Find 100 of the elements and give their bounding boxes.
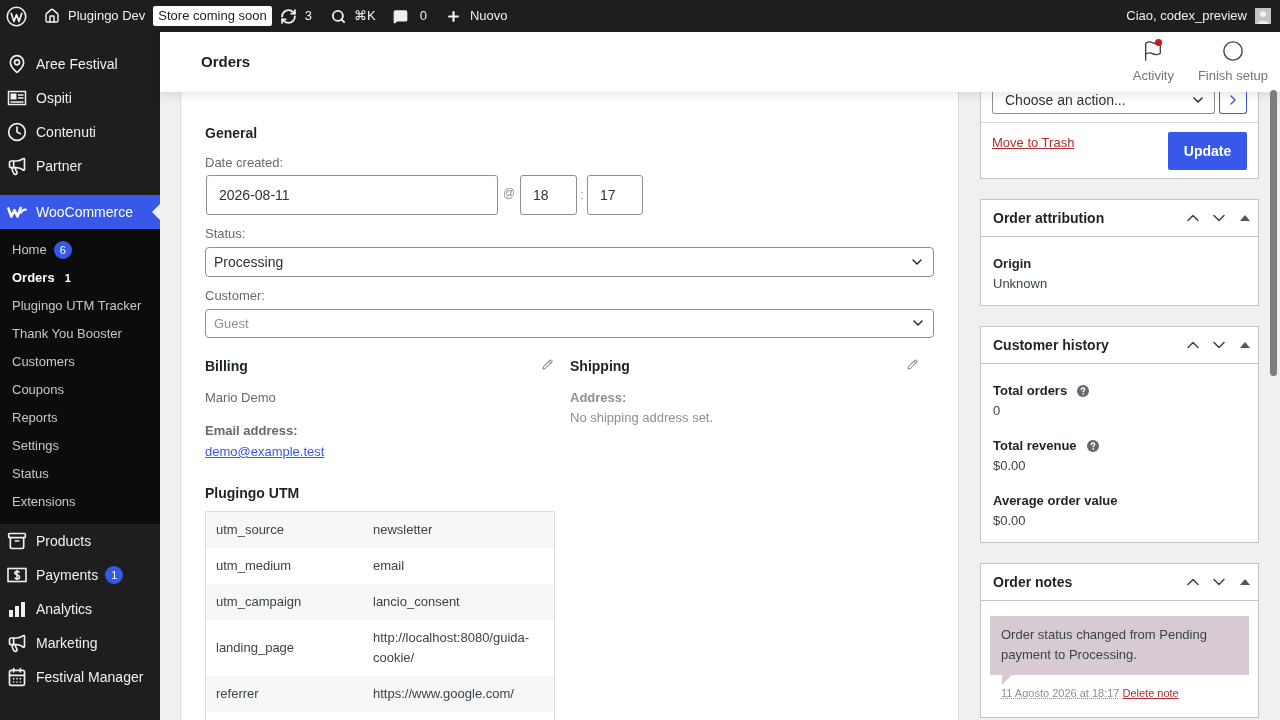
utm-key-cell: referrer xyxy=(206,676,373,712)
field-label: Customer: xyxy=(205,288,266,304)
utm-heading: Plugingo UTM xyxy=(205,485,301,501)
new-content-link[interactable]: Nuovo xyxy=(445,0,508,32)
sidebar-menu-item[interactable]: Payments 1 xyxy=(0,558,160,592)
minute-input[interactable]: 17 xyxy=(587,175,643,215)
count-label: 1 xyxy=(64,270,71,286)
customer-select[interactable]: Guest xyxy=(205,309,934,338)
submenu-item[interactable]: Reports xyxy=(0,404,160,432)
help-icon[interactable] xyxy=(1086,440,1099,452)
section-heading: General xyxy=(205,125,259,141)
field-label: Total revenue xyxy=(993,437,1077,455)
field-label: Origin xyxy=(993,255,1032,273)
move-to-trash-link[interactable]: Move to Trash xyxy=(992,135,1075,151)
submenu-item[interactable]: Extensions xyxy=(0,488,160,516)
utm-key-cell: utm_medium xyxy=(206,548,373,584)
sidebar-menu-item[interactable]: Contenuti xyxy=(0,115,160,149)
field-value: 0 xyxy=(993,402,1002,420)
triangle-up-icon xyxy=(1240,342,1250,348)
sidebar-menu-item[interactable]: Marketing xyxy=(0,626,160,660)
field-label: Date created: xyxy=(205,155,285,171)
hour-input[interactable]: 18 xyxy=(520,175,577,215)
updates-link[interactable]: 3 xyxy=(279,0,312,32)
note-text: Order status changed from Pending payment to Processing. xyxy=(990,616,1249,675)
sidebar-menu-item[interactable]: Products xyxy=(0,524,160,558)
map-pin-icon xyxy=(7,54,27,74)
at-separator: @ xyxy=(501,185,517,202)
utm-value-cell: https://www.google.com/ xyxy=(373,676,554,712)
sidebar-menu-item[interactable]: WooCommerce xyxy=(0,195,160,229)
comment-icon xyxy=(392,8,408,24)
account-link[interactable]: Ciao, codex_preview xyxy=(1126,0,1271,32)
box-title: Order notes xyxy=(993,572,1073,592)
submenu-item[interactable]: Status xyxy=(0,460,160,488)
circle-icon xyxy=(1221,39,1244,62)
sidebar-menu-item[interactable]: Festival Manager xyxy=(0,660,160,694)
submenu-item[interactable]: Settings xyxy=(0,432,160,460)
refresh-icon xyxy=(279,7,297,25)
pencil-icon xyxy=(542,359,553,370)
field-label: Average order value xyxy=(993,492,1118,510)
email-link[interactable]: demo@example.test xyxy=(205,444,325,460)
help-icon[interactable] xyxy=(1077,385,1090,397)
sidebar-menu-item[interactable]: Partner xyxy=(0,149,160,183)
note-date: 11 Agosto 2026 at 18:17 xyxy=(1001,686,1120,701)
time-separator: : xyxy=(579,187,585,204)
count-badge: 1 xyxy=(105,566,124,584)
submenu-item[interactable]: Home 6 xyxy=(0,236,160,264)
site-logo-icon xyxy=(6,5,27,27)
submenu-item[interactable]: Thank You Booster xyxy=(0,320,160,348)
submenu-item[interactable]: Customers xyxy=(0,348,160,376)
header-action-button[interactable]: Activity xyxy=(1130,32,1176,92)
dollar-card-icon xyxy=(7,565,27,585)
sidebar-menu-item[interactable]: Ospiti xyxy=(0,81,160,115)
sidebar-menu-item[interactable]: Analytics xyxy=(0,592,160,626)
submenu-item[interactable]: Coupons xyxy=(0,376,160,404)
clock-icon xyxy=(7,122,27,142)
triangle-up-icon xyxy=(1240,215,1250,221)
megaphone-icon xyxy=(7,156,27,176)
edit-billing-button[interactable] xyxy=(542,359,553,370)
utm-key-cell: utm_source xyxy=(206,512,373,548)
field-label: Total orders xyxy=(993,382,1068,400)
submenu-item[interactable]: Plugingo UTM Tracker xyxy=(0,292,160,320)
update-button[interactable]: Update xyxy=(1168,132,1247,170)
sidebar-menu-item[interactable]: Aree Festival xyxy=(0,47,160,81)
field-value: $0.00 xyxy=(993,457,1027,475)
current-item-pointer-icon xyxy=(152,204,160,220)
store-status-badge[interactable]: Store coming soon xyxy=(153,6,272,26)
status-select[interactable]: Processing xyxy=(205,247,934,277)
scrollbar-thumb[interactable] xyxy=(1270,90,1277,376)
plus-icon xyxy=(445,8,461,24)
site-link[interactable]: Plugingo Dev xyxy=(44,0,146,32)
utm-value-cell: http://localhost:8080/guida-cookie/ xyxy=(373,620,554,676)
address-label: Address: xyxy=(570,390,628,406)
id-card-icon xyxy=(7,88,27,108)
email-label: Email address: xyxy=(205,423,299,439)
date-input[interactable]: 2026-08-11 xyxy=(206,175,498,215)
utm-key-cell: utm_campaign xyxy=(206,584,373,620)
field-value: $0.00 xyxy=(993,512,1027,530)
header-action-button[interactable]: Finish setup xyxy=(1195,32,1270,92)
delete-note-link[interactable]: Delete note xyxy=(1122,685,1179,701)
search-button[interactable]: ⌘K xyxy=(330,0,376,32)
search-icon xyxy=(330,8,346,24)
home-icon xyxy=(44,8,60,24)
count-badge: 6 xyxy=(53,241,72,259)
apply-action-button[interactable] xyxy=(1219,92,1247,114)
field-value: Unknown xyxy=(993,275,1049,293)
field-label: Status: xyxy=(205,226,247,242)
action-select[interactable]: Choose an action... xyxy=(992,92,1216,114)
calendar-icon xyxy=(7,667,27,687)
utm-value-cell: lancio_consent xyxy=(373,584,554,620)
billing-name: Mario Demo xyxy=(205,390,277,406)
megaphone-icon xyxy=(7,633,27,653)
shipping-heading: Shipping xyxy=(570,358,630,374)
address-value: No shipping address set. xyxy=(570,410,715,426)
comments-link[interactable]: 0 xyxy=(392,0,427,32)
box-title: Customer history xyxy=(993,335,1109,355)
submenu-item[interactable]: Orders 1 xyxy=(0,264,160,292)
page-title: Orders xyxy=(201,51,251,72)
avatar-icon xyxy=(1255,8,1271,24)
edit-shipping-button[interactable] xyxy=(907,359,918,370)
pencil-icon xyxy=(907,359,918,370)
